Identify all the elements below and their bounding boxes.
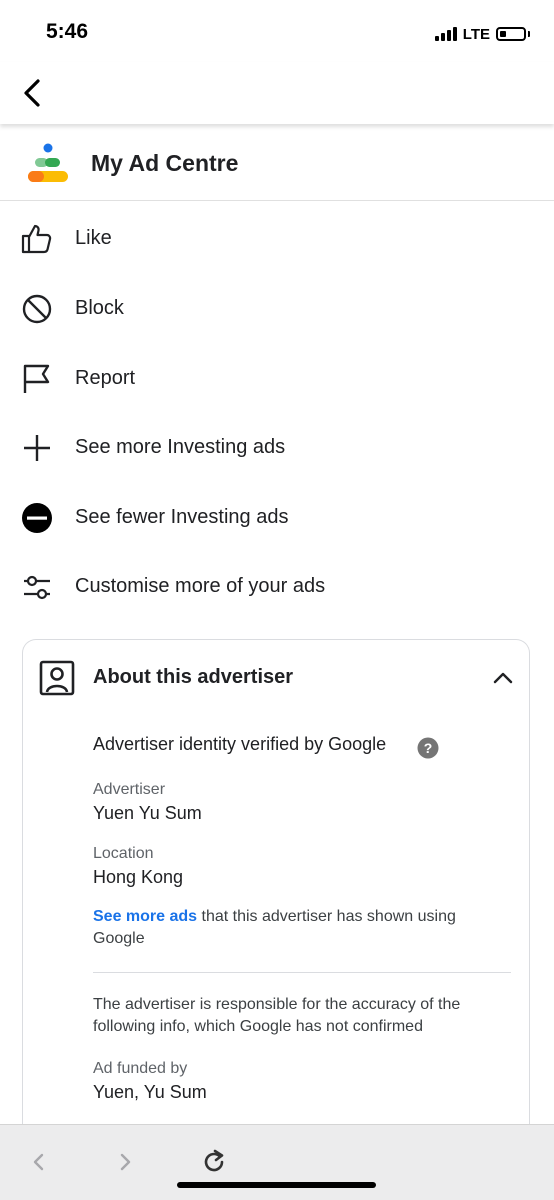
verified-text: Advertiser identity verified by Google — [93, 734, 387, 754]
advertiser-card-toggle[interactable]: About this advertiser — [23, 640, 529, 716]
funded-value: Yuen, Yu Sum — [93, 1082, 207, 1102]
network-type: LTE — [462, 25, 490, 43]
location-value: Hong Kong — [93, 867, 184, 887]
home-indicator — [177, 1182, 376, 1188]
advertiser-card-title: About this advertiser — [93, 666, 294, 688]
browser-back-icon[interactable] — [24, 1147, 54, 1177]
person-box-icon — [39, 660, 75, 696]
page-title: My Ad Centre — [91, 150, 239, 176]
brand-header: My Ad Centre — [0, 126, 554, 201]
chevron-left-icon[interactable] — [16, 76, 50, 110]
minus-circle-icon — [20, 502, 54, 534]
sliders-icon — [20, 571, 54, 603]
advertiser-label: Advertiser — [93, 781, 166, 798]
see-more-investing-ads-button[interactable]: See more Investing ads — [0, 413, 554, 483]
status-time: 5:46 — [46, 20, 89, 43]
see-more-ads-link[interactable]: See more ads — [93, 908, 197, 925]
block-icon — [20, 293, 54, 325]
reload-icon[interactable] — [199, 1147, 229, 1177]
block-button[interactable]: Block — [0, 274, 554, 344]
help-icon[interactable]: ? — [417, 737, 439, 759]
menu-label-like: Like — [75, 227, 112, 249]
menu-label-report: Report — [75, 367, 136, 389]
menu-label-see-fewer: See fewer Investing ads — [75, 506, 289, 528]
location-label: Location — [93, 845, 154, 862]
signal-icon — [434, 27, 457, 41]
menu-label-see-more: See more Investing ads — [75, 436, 286, 458]
battery-cap — [528, 31, 530, 37]
ad-centre-logo-icon — [26, 142, 72, 186]
menu-label-block: Block — [75, 297, 124, 319]
funded-label: Ad funded by — [93, 1060, 188, 1077]
top-bar — [0, 62, 554, 124]
flag-icon — [20, 363, 54, 395]
chevron-up-icon[interactable] — [491, 666, 515, 690]
svg-text:?: ? — [424, 740, 433, 756]
customise-ads-button[interactable]: Customise more of your ads — [0, 552, 554, 622]
status-indicators: LTE — [434, 24, 530, 44]
like-button[interactable]: Like — [0, 204, 554, 274]
disclaimer-text: The advertiser is responsible for the ac… — [93, 996, 461, 1035]
see-fewer-investing-ads-button[interactable]: See fewer Investing ads — [0, 483, 554, 553]
report-button[interactable]: Report — [0, 344, 554, 414]
plus-icon — [20, 432, 54, 464]
thumbs-up-icon — [20, 223, 54, 255]
see-more-ads-text: See more ads that this advertiser has sh… — [93, 906, 503, 950]
status-bar: 5:46 LTE — [0, 0, 554, 62]
advertiser-card: About this advertiser Advertiser identit… — [22, 639, 530, 1159]
menu-label-customise: Customise more of your ads — [75, 575, 326, 597]
divider — [93, 972, 511, 973]
browser-toolbar — [0, 1124, 554, 1200]
browser-forward-icon[interactable] — [110, 1147, 140, 1177]
advertiser-value: Yuen Yu Sum — [93, 803, 202, 823]
battery-icon — [496, 27, 526, 41]
